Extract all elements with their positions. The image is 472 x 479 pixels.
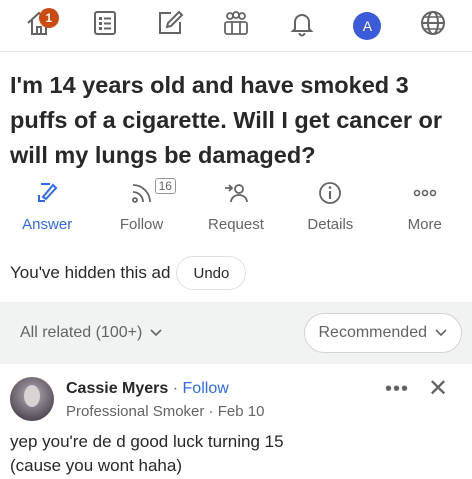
chevron-down-icon [150,326,162,340]
rss-icon [129,180,155,211]
pencil-icon [34,180,60,211]
question-title: I'm 14 years old and have smoked 3 puffs… [10,72,443,168]
notifications-button[interactable] [282,6,322,46]
answer-text-line: yep you're de d good luck turning 15 [10,432,284,451]
dismiss-answer-button[interactable]: ✕ [428,374,448,403]
more-label: More [407,216,442,233]
follow-question-button[interactable]: 16 Follow [97,178,187,242]
edit-icon [155,8,185,43]
details-label: Details [307,216,354,233]
more-dots-icon: ••• [385,378,410,400]
author-avatar[interactable] [10,377,54,421]
all-related-dropdown[interactable]: All related (100+) [20,324,162,342]
profile-button[interactable]: A [347,6,387,46]
all-related-label: All related (100+) [20,324,143,341]
bell-icon [287,8,317,43]
undo-button[interactable]: Undo [176,256,247,290]
answer-text-line: (cause you wont haha) [10,456,182,475]
list-icon [90,8,120,43]
answers-filter-bar: All related (100+) Recommended [0,302,472,364]
more-button[interactable]: More [380,180,470,242]
request-person-icon [223,180,249,211]
spaces-button[interactable] [216,6,256,46]
language-button[interactable] [413,6,453,46]
request-button[interactable]: Request [191,180,281,242]
separator-dot: · [172,380,179,397]
follow-author-link[interactable]: Follow [183,380,229,397]
sort-label: Recommended [318,324,428,341]
answer-label: Answer [22,216,73,233]
author-credential: Professional Smoker · Feb 10 [66,403,265,420]
close-icon: ✕ [428,375,449,402]
question-actions: Answer 16 Follow Request Details More [0,178,472,242]
globe-icon [418,8,448,43]
people-icon [221,8,251,43]
sort-dropdown[interactable]: Recommended [303,313,462,353]
author-line: Cassie Myers · Follow [66,380,229,398]
answer-card: Cassie Myers · Follow Professional Smoke… [0,364,472,479]
request-label: Request [208,216,264,233]
details-button[interactable]: Details [285,180,375,242]
author-name[interactable]: Cassie Myers [66,380,168,397]
hidden-ad-notice: You've hidden this ad Undo [0,248,472,298]
following-button[interactable] [85,6,125,46]
chevron-down-icon [435,326,447,340]
answer-text: yep you're de d good luck turning 15 (ca… [10,430,465,478]
hidden-ad-text: You've hidden this ad [10,263,171,282]
notification-count-badge: 1 [38,7,59,28]
avatar: A [353,11,382,40]
answer-button[interactable]: Answer [2,180,92,242]
answer-more-button[interactable]: ••• [385,378,409,401]
follow-count: 16 [154,178,176,194]
info-icon [317,180,343,211]
write-button[interactable] [150,6,190,46]
more-dots-icon [412,180,438,211]
follow-label: Follow [119,216,164,233]
top-navigation: 1 A [0,0,472,52]
home-button[interactable]: 1 [19,6,59,46]
